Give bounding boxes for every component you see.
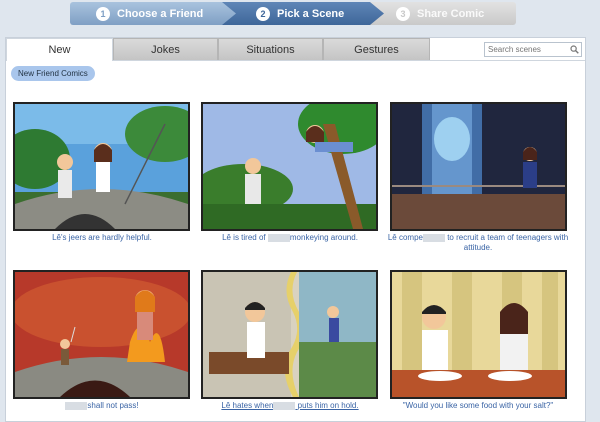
caption-text: Lê is tired of [222,233,266,242]
step-label: Share Comic [417,7,485,20]
comic-thumbnail-dinner[interactable] [390,270,567,399]
step-pick-scene[interactable]: 2 Pick a Scene [222,2,388,25]
caption-text: Lê hates when [221,401,274,410]
redacted-name [273,401,296,410]
comic-caption[interactable]: Lê hates when puts him on hold. [190,401,390,411]
tab-situations[interactable]: Situations [218,38,323,61]
comic-thumbnail-fire[interactable] [13,270,190,399]
step-share-comic[interactable]: 3 Share Comic [370,2,516,25]
tab-divider [113,60,585,61]
comic-caption[interactable]: Lê is tired of monkeying around. [190,233,390,243]
scenes-panel: New Jokes Situations Gestures New Friend… [5,37,586,422]
caption-text: shall not pass! [87,401,139,410]
comic-caption[interactable]: Lê compe to recruit a team of teenagers … [378,233,578,253]
caption-text: puts him on hold. [297,401,359,410]
caption-text: Lê compe [387,233,423,242]
comic-thumbnail-jungle[interactable] [201,102,378,231]
search-icon[interactable] [567,43,581,56]
step-label: Choose a Friend [117,7,204,20]
tab-jokes[interactable]: Jokes [113,38,218,61]
step-number: 3 [396,6,410,21]
caption-text: "Would you like some food with your salt… [402,401,554,410]
step-choose-friend[interactable]: 1 Choose a Friend [70,2,240,25]
comic-caption[interactable]: shall not pass! [2,401,202,411]
comic-caption[interactable]: Lê's jeers are hardly helpful. [2,233,202,243]
redacted-name [267,233,290,242]
search-input[interactable] [485,43,567,56]
redacted-name [422,233,445,242]
step-label: Pick a Scene [277,7,345,20]
filter-pill-new-friend-comics[interactable]: New Friend Comics [11,66,95,81]
comic-thumbnail-phone[interactable] [201,270,378,399]
caption-text: Lê's jeers are hardly helpful. [52,233,152,242]
tab-new[interactable]: New [6,38,113,61]
caption-text: monkeying around. [289,233,358,242]
caption-text: to recruit a team of teenagers with atti… [447,233,569,252]
comic-caption[interactable]: "Would you like some food with your salt… [378,401,578,411]
comic-thumbnail-hologram[interactable] [390,102,567,231]
step-number: 1 [96,6,110,21]
wizard-steps: 1 Choose a Friend 2 Pick a Scene 3 Share… [70,2,516,25]
tab-gestures[interactable]: Gestures [323,38,430,61]
comic-thumbnail-bridge[interactable] [13,102,190,231]
search-box [484,42,582,57]
redacted-name [65,401,88,410]
step-number: 2 [256,6,270,21]
